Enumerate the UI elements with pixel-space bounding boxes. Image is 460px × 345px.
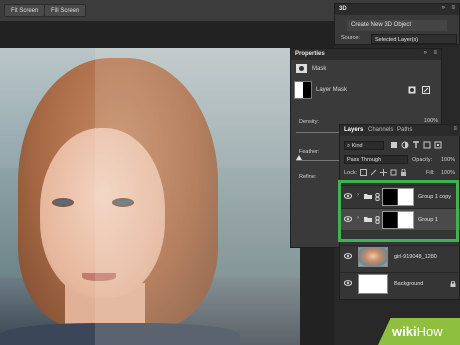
panel-menu-icon[interactable]: ≡ <box>451 5 455 11</box>
panel-3d-title: 3D <box>339 6 347 12</box>
watermark-text: wikiHow <box>392 324 443 339</box>
layer-name[interactable]: girl-919048_1280 <box>394 254 437 260</box>
kind-filter-select[interactable]: ⌕ Kind <box>344 141 384 150</box>
opacity-label: Opacity: <box>412 157 433 163</box>
layer-name[interactable]: Group 1 copy <box>418 194 451 200</box>
expand-chevron-icon[interactable]: › <box>357 192 359 198</box>
panel-3d: 3D » ≡ Create New 3D Object Source: Sele… <box>334 3 460 45</box>
visibility-eye-icon[interactable] <box>344 216 352 222</box>
source-select[interactable]: Selected Layer(s) <box>371 34 457 44</box>
layer-name[interactable]: Group 1 <box>418 217 438 223</box>
link-icon[interactable] <box>375 193 380 201</box>
layer-row[interactable]: girl-919048_1280 <box>340 245 460 267</box>
layer-row[interactable]: Background <box>340 272 460 294</box>
fill-value[interactable]: 100% <box>441 170 455 176</box>
tab-layers[interactable]: Layers <box>344 127 363 133</box>
vector-mask-icon[interactable] <box>422 86 430 94</box>
smart-object-filter-icon[interactable] <box>434 141 442 149</box>
lock-transparent-icon[interactable] <box>360 169 367 176</box>
density-label: Density: <box>299 119 319 125</box>
layer-name[interactable]: Background <box>394 281 423 287</box>
density-slider[interactable] <box>296 132 340 133</box>
fill-label: Fill: <box>426 170 435 176</box>
refine-label: Refine: <box>299 174 317 180</box>
shape-filter-icon[interactable] <box>423 141 431 149</box>
mask-icon <box>296 64 307 73</box>
visibility-eye-icon[interactable] <box>344 253 352 259</box>
properties-header[interactable]: Properties » ≡ <box>291 49 441 60</box>
mask-section-label: Mask <box>312 66 327 72</box>
layer-mask-thumbnail[interactable] <box>294 81 312 99</box>
layers-tabs: Layers Channels Paths ≡ <box>340 125 460 136</box>
feather-label: Feather: <box>299 149 320 155</box>
source-label: Source: <box>341 35 360 41</box>
feather-slider[interactable] <box>296 160 340 161</box>
visibility-eye-icon[interactable] <box>344 280 352 286</box>
properties-title: Properties <box>295 51 325 57</box>
layer-row[interactable]: › Group 1 copy <box>340 185 460 207</box>
panel-3d-header[interactable]: 3D » ≡ <box>335 4 459 15</box>
panel-menu-icon[interactable]: ≡ <box>433 50 437 56</box>
kind-filter-value: Kind <box>351 143 363 149</box>
lock-image-icon[interactable] <box>370 169 377 176</box>
panel-menu-icon[interactable]: ≡ <box>453 126 457 132</box>
lock-position-icon[interactable] <box>380 169 387 176</box>
collapse-icon[interactable]: » <box>442 5 445 11</box>
lock-all-icon[interactable] <box>400 169 407 176</box>
document-image[interactable] <box>0 48 300 345</box>
folder-icon <box>364 217 372 222</box>
create-3d-object-button[interactable]: Create New 3D Object <box>347 20 447 31</box>
folder-icon <box>364 194 372 199</box>
pixel-mask-icon[interactable] <box>408 86 416 94</box>
collapse-icon[interactable]: » <box>424 50 427 56</box>
lock-artboard-icon[interactable] <box>390 169 397 176</box>
pixel-filter-icon[interactable] <box>390 141 398 149</box>
layer-thumbnail[interactable] <box>358 274 388 294</box>
retouched-half-overlay <box>95 48 300 345</box>
layer-thumbnail[interactable] <box>358 247 388 267</box>
blend-mode-select[interactable]: Pass Through <box>344 155 408 164</box>
layer-mask-thumbnail[interactable] <box>382 211 414 229</box>
visibility-eye-icon[interactable] <box>344 193 352 199</box>
photo-left-eye <box>52 198 74 207</box>
lock-label: Lock: <box>344 170 358 176</box>
fit-screen-button[interactable]: Fit Screen <box>4 4 46 17</box>
expand-chevron-icon[interactable]: › <box>357 215 359 221</box>
tab-channels[interactable]: Channels <box>368 127 393 133</box>
fill-screen-button[interactable]: Fill Screen <box>44 4 87 17</box>
wikihow-watermark: wikiHow <box>378 318 460 345</box>
lock-icon <box>450 281 456 287</box>
feather-slider-thumb[interactable] <box>296 155 302 160</box>
adjustment-filter-icon[interactable] <box>401 141 409 149</box>
layer-row[interactable]: › Group 1 <box>340 208 460 230</box>
opacity-value[interactable]: 100% <box>441 157 455 163</box>
layer-mask-thumbnail[interactable] <box>382 188 414 206</box>
layer-mask-label: Layer Mask <box>316 87 348 93</box>
watermark-wiki: wiki <box>392 324 417 339</box>
layers-panel: Layers Channels Paths ≡ ⌕ Kind Pass Thro… <box>339 124 460 300</box>
watermark-how: How <box>416 324 443 339</box>
tab-paths[interactable]: Paths <box>397 127 412 133</box>
link-icon[interactable] <box>375 216 380 224</box>
type-filter-icon[interactable] <box>412 141 420 149</box>
